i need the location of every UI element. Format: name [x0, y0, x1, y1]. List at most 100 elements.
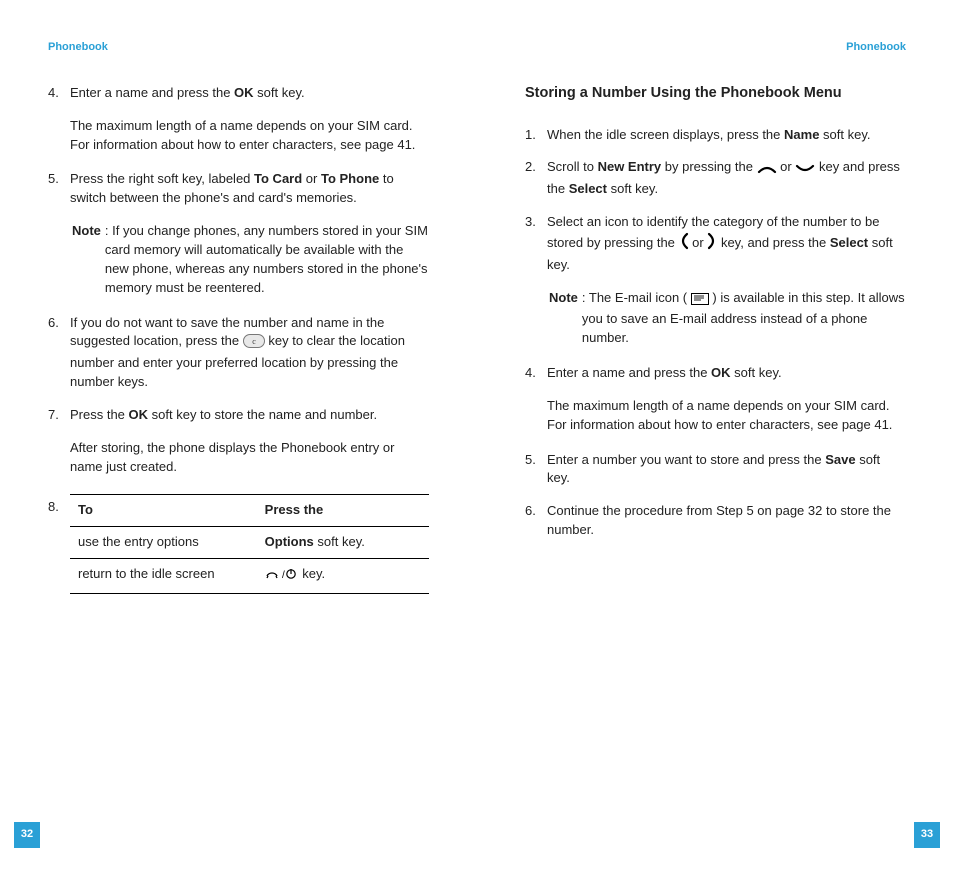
- step-4-sub: The maximum length of a name depends on …: [70, 117, 429, 155]
- text: Enter a name and press the: [547, 365, 711, 380]
- step-4: 4. Enter a name and press the OK soft ke…: [48, 84, 429, 103]
- step-number: 4.: [525, 364, 547, 383]
- svg-text:c: c: [252, 337, 256, 346]
- r-step-1: 1. When the idle screen displays, press …: [525, 126, 906, 145]
- text: Scroll to: [547, 159, 598, 174]
- r-step-6: 6. Continue the procedure from Step 5 on…: [525, 502, 906, 540]
- r-step-5: 5. Enter a number you want to store and …: [525, 451, 906, 489]
- text: soft key.: [607, 181, 658, 196]
- header-left: Phonebook: [48, 40, 429, 56]
- r-step-3-note: Note : The E-mail icon ( ) is available …: [549, 289, 906, 349]
- step-number: 1.: [525, 126, 547, 145]
- step-5-note: Note : If you change phones, any numbers…: [72, 222, 429, 297]
- text: or: [780, 159, 795, 174]
- text: Press the: [70, 407, 129, 422]
- step-number: 4.: [48, 84, 70, 103]
- text: soft key.: [731, 365, 782, 380]
- bold: Name: [784, 127, 819, 142]
- bold: OK: [711, 365, 731, 380]
- text: soft key to store the name and number.: [148, 407, 377, 422]
- bold: OK: [234, 85, 254, 100]
- bold: Note: [72, 223, 101, 238]
- step-8: 8. To Press the use the entry options Op…: [48, 492, 429, 594]
- text: Press the right soft key, labeled: [70, 171, 254, 186]
- step-number: 2.: [525, 158, 547, 199]
- page-right: Phonebook Storing a Number Using the Pho…: [477, 0, 954, 876]
- options-table: To Press the use the entry options Optio…: [70, 494, 429, 594]
- step-number: 8.: [48, 492, 70, 594]
- step-body: Enter a name and press the OK soft key.: [70, 84, 429, 103]
- step-number: 6.: [48, 314, 70, 392]
- email-icon: [691, 292, 709, 311]
- text: or: [692, 235, 707, 250]
- bold: Select: [569, 181, 607, 196]
- col-to: To: [70, 495, 257, 527]
- bold: To Phone: [321, 171, 379, 186]
- text: When the idle screen displays, press the: [547, 127, 784, 142]
- step-body: Enter a number you want to store and pre…: [547, 451, 906, 489]
- step-number: 5.: [525, 451, 547, 489]
- step-number: 6.: [525, 502, 547, 540]
- step-number: 5.: [48, 170, 70, 208]
- table-row: return to the idle screen / key.: [70, 559, 429, 594]
- step-7: 7. Press the OK soft key to store the na…: [48, 406, 429, 425]
- r-step-4-sub: The maximum length of a name depends on …: [547, 397, 906, 435]
- text: soft key.: [314, 534, 365, 549]
- r-step-3: 3. Select an icon to identify the catego…: [525, 213, 906, 275]
- table-row: use the entry options Options soft key.: [70, 527, 429, 559]
- step-5: 5. Press the right soft key, labeled To …: [48, 170, 429, 208]
- text: Enter a name and press the: [70, 85, 234, 100]
- text: or: [302, 171, 321, 186]
- text: soft key.: [254, 85, 305, 100]
- note-label: Note: [549, 289, 582, 349]
- r-step-4: 4. Enter a name and press the OK soft ke…: [525, 364, 906, 383]
- step-7-sub: After storing, the phone displays the Ph…: [70, 439, 429, 477]
- r-step-2: 2. Scroll to New Entry by pressing the o…: [525, 158, 906, 199]
- step-body: Continue the procedure from Step 5 on pa…: [547, 502, 906, 540]
- bold: To Card: [254, 171, 302, 186]
- nav-down-arc-icon: [795, 161, 815, 180]
- bold: Note: [549, 290, 578, 305]
- nav-right-arc-icon: [707, 232, 717, 256]
- step-body: When the idle screen displays, press the…: [547, 126, 906, 145]
- bold: Save: [825, 452, 855, 467]
- text: : The E-mail icon (: [582, 290, 687, 305]
- page-number-right: 33: [914, 822, 940, 848]
- note-text: : The E-mail icon ( ) is available in th…: [582, 289, 906, 349]
- cell-press: Options soft key.: [257, 527, 429, 559]
- col-press: Press the: [257, 495, 429, 527]
- page-left: Phonebook 4. Enter a name and press the …: [0, 0, 477, 876]
- step-body: Scroll to New Entry by pressing the or k…: [547, 158, 906, 199]
- bold: Select: [830, 235, 868, 250]
- text: soft key.: [819, 127, 870, 142]
- clear-key-icon: c: [243, 334, 265, 354]
- svg-text:/: /: [282, 570, 285, 581]
- step-body: Press the right soft key, labeled To Car…: [70, 170, 429, 208]
- cell-to: return to the idle screen: [70, 559, 257, 594]
- section-title: Storing a Number Using the Phonebook Men…: [525, 84, 906, 104]
- bold: OK: [129, 407, 149, 422]
- step-body: Enter a name and press the OK soft key.: [547, 364, 906, 383]
- header-right: Phonebook: [525, 40, 906, 56]
- cell-press: / key.: [257, 559, 429, 594]
- text: Enter a number you want to store and pre…: [547, 452, 825, 467]
- bold: Options: [265, 534, 314, 549]
- step-body: Select an icon to identify the category …: [547, 213, 906, 275]
- page-number-left: 32: [14, 822, 40, 848]
- step-number: 3.: [525, 213, 547, 275]
- text: by pressing the: [661, 159, 756, 174]
- step-body: Press the OK soft key to store the name …: [70, 406, 429, 425]
- step-body: If you do not want to save the number an…: [70, 314, 429, 392]
- note-text: : If you change phones, any numbers stor…: [105, 222, 429, 297]
- note-label: Note: [72, 222, 105, 297]
- nav-up-arc-icon: [757, 161, 777, 180]
- step-6: 6. If you do not want to save the number…: [48, 314, 429, 392]
- bold: New Entry: [598, 159, 662, 174]
- cell-to: use the entry options: [70, 527, 257, 559]
- nav-left-arc-icon: [679, 232, 689, 256]
- text: key.: [302, 566, 325, 581]
- text: key, and press the: [721, 235, 830, 250]
- table-header-row: To Press the: [70, 495, 429, 527]
- step-number: 7.: [48, 406, 70, 425]
- end-power-key-icon: /: [265, 567, 299, 587]
